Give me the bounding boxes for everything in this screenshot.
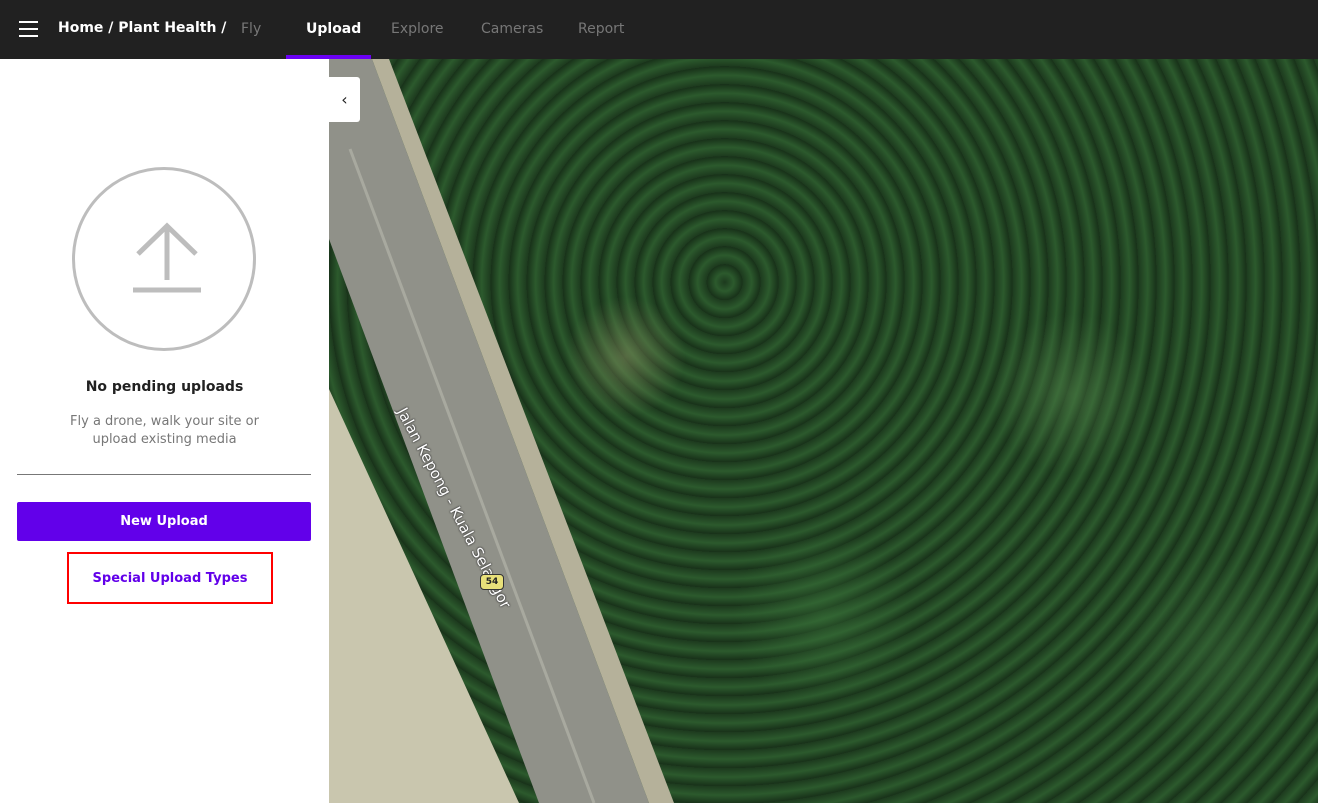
upload-icon [72,167,256,351]
chevron-left-icon: ‹ [341,90,348,109]
satellite-map[interactable]: Jalan Kepong - Kuala Selangor 54 [329,59,1318,803]
route-sign: 54 [480,574,504,590]
road-layer [329,59,674,803]
special-upload-types-link[interactable]: Special Upload Types [67,552,273,604]
tab-upload[interactable]: Upload [306,21,361,37]
hamburger-menu-icon[interactable] [19,21,38,39]
collapse-panel-button[interactable]: ‹ [329,77,360,122]
empty-state-title: No pending uploads [85,379,244,395]
tab-cameras[interactable]: Cameras [481,21,543,37]
tab-report[interactable]: Report [578,21,624,37]
tab-fly[interactable]: Fly [241,21,261,37]
top-nav-bar: Home / Plant Health / Fly Upload Explore… [0,0,1318,59]
new-upload-button[interactable]: New Upload [17,502,311,541]
divider [17,474,311,475]
breadcrumb[interactable]: Home / Plant Health / [58,20,226,36]
tab-explore[interactable]: Explore [391,21,444,37]
subtitle-line: upload existing media [92,432,237,447]
subtitle-line: Fly a drone, walk your site or [70,414,259,429]
upload-panel: No pending uploads Fly a drone, walk you… [0,59,329,803]
empty-state-subtitle: Fly a drone, walk your site or upload ex… [0,413,329,449]
